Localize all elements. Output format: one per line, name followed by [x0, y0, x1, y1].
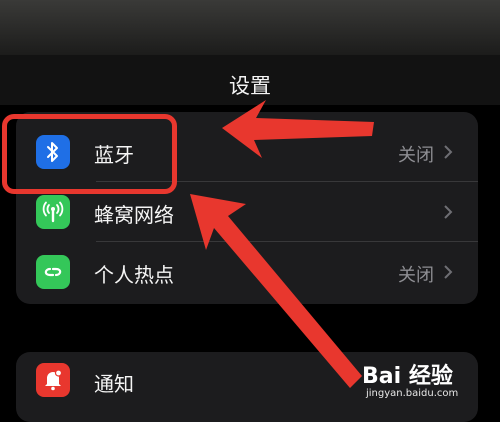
- watermark: Bai 经验 jingyan.baidu.com: [352, 350, 500, 409]
- settings-row-hotspot[interactable]: 个人热点 关闭: [16, 242, 478, 302]
- page-title: 设置: [229, 74, 271, 98]
- hotspot-status: 关闭: [398, 265, 434, 286]
- blurred-top-area: [0, 0, 500, 55]
- chevron-right-icon: [444, 205, 453, 219]
- annotation-highlight-box: [2, 114, 177, 194]
- cellular-label: 蜂窝网络: [94, 203, 174, 227]
- watermark-logo: Bai 经验: [362, 364, 453, 389]
- notifications-label: 通知: [94, 372, 134, 396]
- chevron-right-icon: [444, 265, 453, 279]
- watermark-url: jingyan.baidu.com: [366, 388, 459, 399]
- bell-icon: [36, 363, 70, 397]
- hotspot-label: 个人热点: [94, 263, 174, 287]
- chevron-right-icon: [444, 145, 453, 159]
- bluetooth-status: 关闭: [398, 145, 434, 166]
- hotspot-link-icon: [36, 255, 70, 289]
- cellular-antenna-icon: [36, 195, 70, 229]
